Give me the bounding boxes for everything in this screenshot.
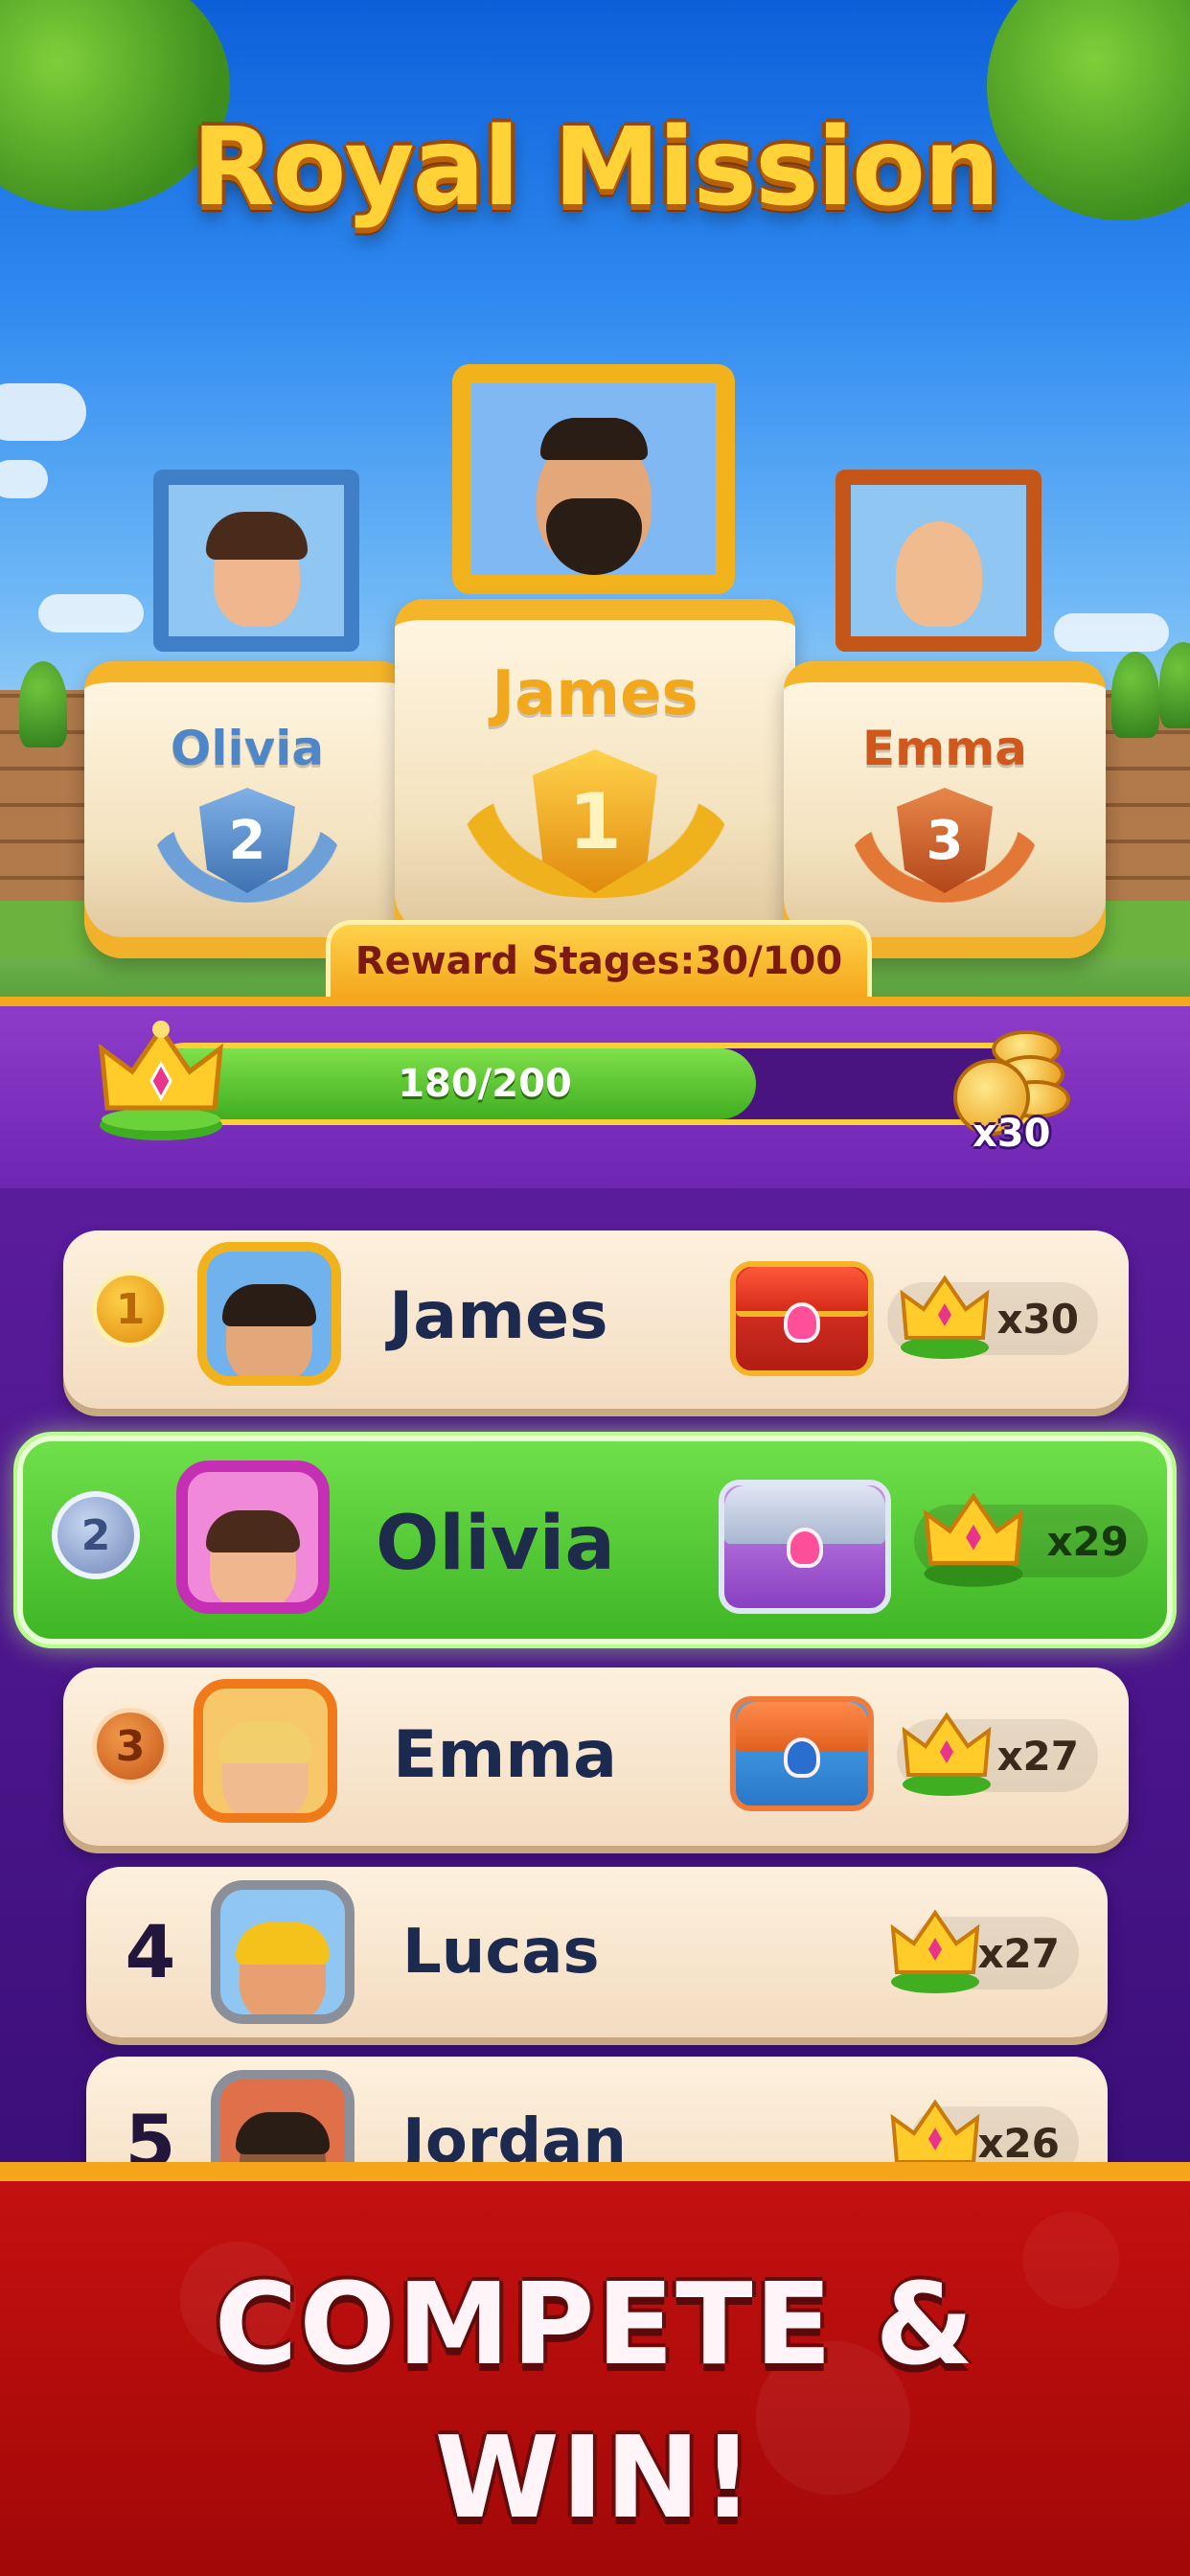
bush <box>19 661 67 748</box>
podium-pedestal-3: Emma 3 <box>784 661 1106 958</box>
avatar <box>194 1679 337 1823</box>
leaderboard[interactable]: 1 James x30 2 Olivia x29 3 Emma x27 4 Lu… <box>0 1188 1190 2227</box>
avatar <box>211 1880 355 2024</box>
podium-portrait-frame-2 <box>153 470 359 652</box>
crown-icon <box>924 1492 1023 1587</box>
avatar <box>197 1242 341 1386</box>
podium-portrait-frame-3 <box>835 470 1041 652</box>
rank-medal-silver-icon: 2 <box>52 1491 140 1579</box>
player-name: Lucas <box>402 1917 600 1988</box>
podium-portrait-frame-1 <box>452 364 735 594</box>
chest-icon <box>730 1696 874 1811</box>
podium-pedestal-2: Olivia 2 <box>84 661 410 958</box>
rank-number: 4 <box>125 1909 176 1994</box>
rank-medal-bronze-icon: 3 <box>92 1708 169 1784</box>
crown-icon <box>900 1275 990 1359</box>
avatar-james <box>536 418 652 575</box>
avatar-olivia <box>205 512 308 627</box>
podium-pedestal-1: James 1 <box>395 599 795 954</box>
cta-line-2: WIN! <box>434 2411 756 2543</box>
avatar <box>176 1460 330 1614</box>
player-name: James <box>389 1278 608 1354</box>
podium-name-1: James <box>492 658 698 729</box>
page-title: Royal Mission <box>192 105 999 230</box>
table-row-current-player[interactable]: 2 Olivia x29 <box>17 1436 1173 1644</box>
bush <box>1111 652 1159 738</box>
coins-reward-label: x30 <box>973 1112 1051 1156</box>
table-row[interactable]: 1 James x30 <box>63 1230 1129 1409</box>
table-row[interactable]: 4 Lucas x27 <box>86 1867 1108 2037</box>
progress-label: 180/200 <box>398 1062 572 1106</box>
podium-name-2: Olivia <box>170 721 325 776</box>
table-row[interactable]: 3 Emma x27 <box>63 1668 1129 1846</box>
podium-name-3: Emma <box>861 721 1028 776</box>
rank-medal-gold-icon: 1 <box>92 1271 169 1347</box>
crown-icon <box>902 1712 992 1796</box>
chest-icon <box>730 1261 874 1376</box>
progress-bar: 180/200 <box>144 1043 1054 1125</box>
reward-stages-label: Reward Stages:30/100 <box>326 920 872 997</box>
cloud <box>0 383 86 441</box>
avatar-emma <box>883 512 994 627</box>
chest-icon <box>719 1480 891 1614</box>
crown-icon <box>98 1021 224 1140</box>
cta-line-1: COMPETE & <box>214 2258 976 2390</box>
cloud <box>38 594 144 632</box>
player-name: Olivia <box>376 1501 615 1587</box>
cloud <box>1054 613 1169 652</box>
crown-icon <box>890 1909 980 1993</box>
player-name: Emma <box>393 1717 618 1793</box>
bush <box>1159 642 1190 728</box>
cloud <box>0 460 48 498</box>
cta-banner[interactable]: COMPETE & WIN! <box>0 2162 1190 2576</box>
